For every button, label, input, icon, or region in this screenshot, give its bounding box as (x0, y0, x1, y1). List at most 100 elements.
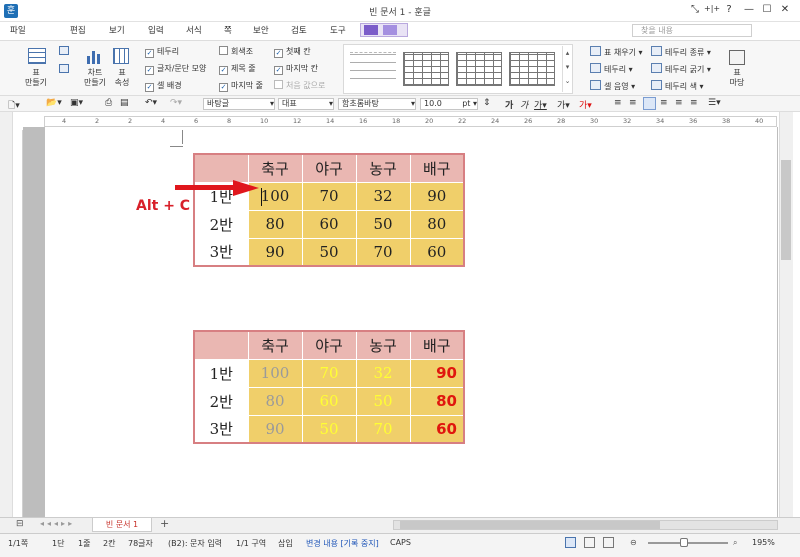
table-style-1[interactable] (350, 52, 396, 86)
check-first-col[interactable]: ✓ 첫째 칸 (274, 46, 311, 58)
table-gallery-label[interactable]: 표 마당 (723, 68, 751, 88)
data-cell[interactable]: 70 (355, 414, 411, 444)
header-cell[interactable]: 배구 (409, 153, 465, 183)
data-cell[interactable]: 80 (409, 386, 465, 416)
zoom-level[interactable]: 195% (752, 538, 775, 547)
chart-icon[interactable] (86, 48, 102, 64)
divide-icon[interactable]: ≡ (690, 98, 698, 108)
data-cell[interactable]: 32 (355, 358, 411, 388)
table-corner-cell[interactable] (193, 330, 249, 360)
menu-view[interactable]: 보기 (109, 24, 125, 36)
table-corner-cell[interactable] (193, 153, 249, 183)
row-label-cell[interactable]: 3반 (193, 237, 249, 267)
border-button[interactable]: 테두리 ▾ (590, 63, 633, 75)
menu-insert[interactable]: 입력 (148, 24, 164, 36)
score-table-1[interactable]: 축구 야구 농구 배구 1반 100 70 32 90 2반 80 60 50 … (193, 153, 465, 267)
view-fit-icon[interactable] (584, 537, 595, 548)
row-label-cell[interactable]: 3반 (193, 414, 249, 444)
style-select[interactable]: 바탕글 ▾ (203, 98, 275, 110)
menu-review[interactable]: 검토 (291, 24, 307, 36)
data-cell[interactable]: 60 (409, 414, 465, 444)
font-select[interactable]: 함초롬바탕 ▾ (338, 98, 416, 110)
size-spin-icon[interactable]: ⇕ (483, 98, 491, 108)
tab-nav-icons[interactable]: ◂◂◂▸▸ (40, 519, 75, 528)
border-type-button[interactable]: 테두리 종류 ▾ (651, 46, 711, 58)
table-props-label[interactable]: 표 속성 (110, 68, 134, 88)
table-style-4[interactable] (509, 52, 555, 86)
score-table-2[interactable]: 축구 야구 농구 배구 1반 100 70 32 90 2반 80 60 50 … (193, 330, 465, 444)
vertical-scroll-thumb[interactable] (781, 160, 791, 260)
data-cell[interactable]: 70 (355, 237, 411, 267)
menu-page[interactable]: 쪽 (224, 24, 232, 36)
close-button[interactable]: ✕ (778, 4, 792, 15)
horizontal-scroll-thumb[interactable] (400, 521, 660, 529)
search-input[interactable]: 찾을 내용 (632, 24, 752, 37)
chart-make-label[interactable]: 차트 만들기 (80, 68, 110, 88)
border-color-button[interactable]: 테두리 색 ▾ (651, 80, 704, 92)
maximize-button[interactable]: ☐ (760, 4, 774, 15)
minimize-button[interactable]: — (742, 4, 756, 15)
border-width-button[interactable]: 테두리 굵기 ▾ (651, 63, 711, 75)
zoom-icon[interactable]: ⌕ (733, 538, 737, 548)
data-cell[interactable]: 50 (301, 414, 357, 444)
menu-tools[interactable]: 도구 (330, 24, 346, 36)
data-cell[interactable]: 80 (409, 209, 465, 239)
horizontal-ruler[interactable] (44, 116, 777, 127)
row-label-cell[interactable]: 2반 (193, 386, 249, 416)
justify-icon[interactable]: ≡ (614, 98, 622, 108)
fill-table-button[interactable]: 표 채우기 ▾ (590, 46, 643, 58)
strike-icon[interactable]: 가▾ (557, 98, 570, 111)
data-cell[interactable]: 80 (247, 209, 303, 239)
distribute-icon[interactable]: ≡ (675, 98, 683, 108)
check-border[interactable]: ✓ 테두리 (145, 46, 179, 58)
bold-icon[interactable]: 가 (505, 98, 513, 111)
redo-icon[interactable]: ↷▾ (170, 98, 182, 108)
header-cell[interactable]: 농구 (355, 330, 411, 360)
menu-file[interactable]: 파일 (10, 24, 26, 36)
zoom-slider[interactable] (648, 542, 728, 544)
check-title-row[interactable]: ✓ 제목 줄 (219, 63, 256, 75)
data-cell[interactable]: 70 (301, 358, 357, 388)
save-icon[interactable]: ▣▾ (70, 98, 83, 108)
menu-security[interactable]: 보안 (253, 24, 269, 36)
table-make-icon[interactable] (28, 48, 46, 64)
font-color-icon[interactable]: 가▾ (579, 98, 592, 111)
check-char-para[interactable]: ✓ 글자/문단 모양 (145, 63, 206, 75)
table-props-icon[interactable] (113, 48, 129, 64)
data-cell[interactable]: 70 (301, 181, 357, 211)
check-last-col[interactable]: ✓ 마지막 칸 (274, 63, 318, 75)
tab-document[interactable]: 빈 문서 1 (92, 518, 152, 532)
line-spacing-icon[interactable]: ☰▾ (708, 98, 721, 108)
data-cell[interactable]: 60 (301, 386, 357, 416)
zoom-out-icon[interactable]: ⊖ (630, 538, 637, 547)
data-cell[interactable]: 50 (301, 237, 357, 267)
data-cell[interactable]: 90 (247, 414, 303, 444)
data-cell[interactable]: 90 (409, 181, 465, 211)
language-select[interactable]: 대표 ▾ (278, 98, 334, 110)
header-cell[interactable]: 야구 (301, 153, 357, 183)
status-insert[interactable]: 삽입 (278, 538, 293, 549)
data-cell[interactable]: 90 (247, 237, 303, 267)
help-icon[interactable]: ? (722, 4, 736, 15)
header-cell[interactable]: 야구 (301, 330, 357, 360)
check-cell-bg[interactable]: ✓ 셀 배경 (145, 80, 182, 92)
data-cell[interactable]: 60 (301, 209, 357, 239)
header-cell[interactable]: 축구 (247, 153, 303, 183)
table-gallery-icon[interactable] (729, 50, 745, 65)
zoom-slider-handle[interactable] (680, 538, 688, 547)
data-cell[interactable]: 50 (355, 209, 411, 239)
cell-merge-icon[interactable] (59, 64, 69, 73)
open-icon[interactable]: 📂▾ (46, 98, 62, 108)
reset-defaults-button[interactable]: 처음 값으로 (274, 80, 325, 91)
header-cell[interactable]: 축구 (247, 330, 303, 360)
check-grayscale[interactable]: 회색조 (219, 46, 253, 57)
underline-icon[interactable]: 가▾ (534, 98, 547, 111)
align-center-icon[interactable] (643, 97, 656, 110)
header-cell[interactable]: 농구 (355, 153, 411, 183)
cell-split-icon[interactable] (59, 46, 69, 55)
data-cell[interactable]: 32 (355, 181, 411, 211)
row-label-cell[interactable]: 1반 (193, 358, 249, 388)
gallery-scroll[interactable]: ▴ ▾ ⌄ (562, 46, 572, 92)
view-normal-icon[interactable] (565, 537, 576, 548)
table-make-label[interactable]: 표 만들기 (14, 68, 58, 88)
